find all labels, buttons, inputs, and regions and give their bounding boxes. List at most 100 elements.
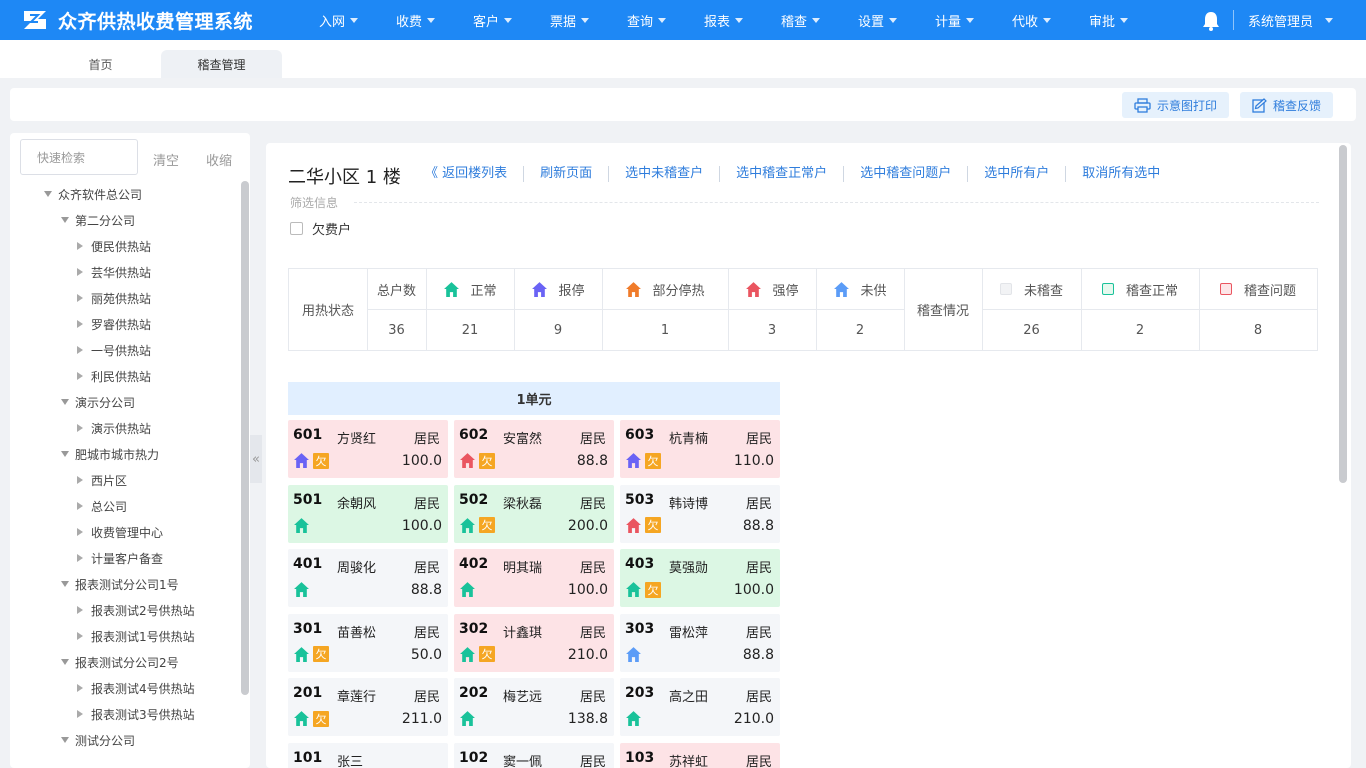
tab-home[interactable]: 首页 — [40, 50, 161, 78]
sidebar-scrollbar[interactable] — [241, 181, 249, 695]
clear-button[interactable]: 清空 — [153, 150, 179, 169]
tree-node[interactable]: 便民供热站 — [10, 233, 240, 259]
main-scrollbar[interactable] — [1339, 145, 1347, 483]
room-cell[interactable]: 403 莫强勋 居民欠 100.0 — [620, 549, 780, 607]
tree-node[interactable]: 报表测试1号供热站 — [10, 623, 240, 649]
collapsed-arrow-icon[interactable] — [77, 346, 83, 354]
tree-node[interactable]: 报表测试分公司1号 — [10, 571, 240, 597]
print-diagram-button[interactable]: 示意图打印 — [1122, 92, 1230, 118]
collapsed-arrow-icon[interactable] — [77, 502, 83, 510]
action-link-6[interactable]: 取消所有选中 — [1065, 166, 1176, 182]
bell-icon[interactable] — [1201, 10, 1221, 32]
tree-node[interactable]: 收费管理中心 — [10, 519, 240, 545]
nav-item-2[interactable]: 客户 — [454, 0, 531, 40]
nav-item-3[interactable]: 票据 — [531, 0, 608, 40]
room-cell[interactable]: 502 梁秋磊 居民欠 200.0 — [454, 484, 614, 543]
collapsed-arrow-icon[interactable] — [77, 268, 83, 276]
collapsed-arrow-icon[interactable] — [77, 632, 83, 640]
tree-node[interactable]: 报表测试4号供热站 — [10, 675, 240, 701]
inspection-feedback-button[interactable]: 稽查反馈 — [1240, 92, 1334, 118]
nav-item-9[interactable]: 代收 — [993, 0, 1070, 40]
tree-node[interactable]: 芸华供热站 — [10, 259, 240, 285]
action-link-5[interactable]: 选中所有户 — [967, 166, 1065, 182]
tree-node[interactable]: 众齐软件总公司 — [10, 181, 240, 207]
tree-node[interactable]: 西片区 — [10, 467, 240, 493]
arrears-checkbox[interactable] — [290, 222, 303, 235]
room-cell[interactable]: 103 苏祥虹 居民 — [620, 742, 780, 768]
action-link-4[interactable]: 选中稽查问题户 — [843, 166, 967, 182]
room-cell[interactable]: 503 韩诗博 居民欠 88.8 — [620, 484, 780, 543]
room-number: 503 — [625, 491, 655, 508]
tree-node[interactable]: 罗睿供热站 — [10, 311, 240, 337]
room-cell[interactable]: 203 高之田 居民 210.0 — [620, 678, 780, 736]
expand-arrow-icon[interactable] — [61, 217, 69, 223]
collapsed-arrow-icon[interactable] — [77, 606, 83, 614]
nav-item-6[interactable]: 稽查 — [762, 0, 839, 40]
tree-node[interactable]: 报表测试分公司2号 — [10, 649, 240, 675]
room-cell[interactable]: 301 苗善松 居民欠 50.0 — [288, 613, 448, 672]
room-cell[interactable]: 602 安富然 居民欠 88.8 — [454, 420, 614, 478]
action-link-3[interactable]: 选中稽查正常户 — [719, 166, 843, 182]
tree-node[interactable]: 计量客户备查 — [10, 545, 240, 571]
status-label: 部分停热 — [652, 283, 705, 299]
nav-item-0[interactable]: 入网 — [300, 0, 377, 40]
action-link-1[interactable]: 刷新页面 — [523, 166, 608, 182]
collapsed-arrow-icon[interactable] — [77, 710, 83, 718]
collapsed-arrow-icon[interactable] — [77, 424, 83, 432]
collapsed-arrow-icon[interactable] — [77, 242, 83, 250]
nav-item-5[interactable]: 报表 — [685, 0, 762, 40]
room-cell[interactable]: 402 明其瑞 居民 100.0 — [454, 549, 614, 607]
tree-node[interactable]: 肥城市城市热力 — [10, 441, 240, 467]
expand-arrow-icon[interactable] — [61, 451, 69, 457]
tree-node[interactable]: 测试分公司 — [10, 727, 240, 753]
room-cell[interactable]: 101 张三 — [288, 742, 448, 768]
room-status-icons: 欠 — [459, 517, 495, 534]
tree-node[interactable]: 第二分公司 — [10, 207, 240, 233]
expand-arrow-icon[interactable] — [61, 581, 69, 587]
room-cell[interactable]: 202 梅艺远 居民 138.8 — [454, 678, 614, 736]
arrears-filter[interactable]: 欠费户 — [290, 219, 351, 238]
room-cell[interactable]: 303 雷松萍 居民 88.8 — [620, 613, 780, 672]
action-link-2[interactable]: 选中未稽查户 — [608, 166, 719, 182]
room-cell[interactable]: 603 杭青楠 居民欠 110.0 — [620, 420, 780, 478]
collapse-button[interactable]: 收缩 — [206, 150, 232, 169]
nav-item-7[interactable]: 设置 — [839, 0, 916, 40]
tree-node[interactable]: 演示分公司 — [10, 389, 240, 415]
collapsed-arrow-icon[interactable] — [77, 294, 83, 302]
room-cell[interactable]: 102 窦一佩 居民 — [454, 742, 614, 768]
collapse-left-icon[interactable]: « — [250, 435, 262, 483]
tree-node[interactable]: 报表测试3号供热站 — [10, 701, 240, 727]
room-cell[interactable]: 401 周骏化 居民 88.8 — [288, 549, 448, 607]
building-actions: 《 返回楼列表 刷新页面 选中未稽查户 选中稽查正常户 选中稽查问题户 选中所有户 取消所有… — [421, 166, 1176, 182]
collapsed-arrow-icon[interactable] — [77, 554, 83, 562]
room-cell[interactable]: 302 计鑫琪 居民欠 210.0 — [454, 613, 614, 672]
action-link-0[interactable]: 《 返回楼列表 — [421, 166, 523, 182]
collapsed-arrow-icon[interactable] — [77, 528, 83, 536]
nav-item-10[interactable]: 审批 — [1070, 0, 1147, 40]
tree-node[interactable]: 一号供热站 — [10, 337, 240, 363]
collapsed-arrow-icon[interactable] — [77, 476, 83, 484]
room-cell[interactable]: 601 方贤红 居民欠 100.0 — [288, 420, 448, 478]
tree-node[interactable]: 利民供热站 — [10, 363, 240, 389]
expand-arrow-icon[interactable] — [44, 191, 52, 197]
expand-arrow-icon[interactable] — [61, 659, 69, 665]
house-icon — [294, 711, 309, 726]
nav-item-1[interactable]: 收费 — [377, 0, 454, 40]
nav-item-4[interactable]: 查询 — [608, 0, 685, 40]
tree-node[interactable]: 演示供热站 — [10, 415, 240, 441]
tree-node[interactable]: 报表测试2号供热站 — [10, 597, 240, 623]
expand-arrow-icon[interactable] — [61, 399, 69, 405]
room-cell[interactable]: 201 章莲行 居民欠 211.0 — [288, 678, 448, 736]
room-cell[interactable]: 501 余朝风 居民 100.0 — [288, 484, 448, 543]
collapsed-arrow-icon[interactable] — [77, 684, 83, 692]
tree-node[interactable]: 丽苑供热站 — [10, 285, 240, 311]
user-menu[interactable]: 系统管理员 — [1248, 0, 1334, 40]
tree-search-input[interactable]: 快速检索 — [20, 139, 138, 175]
nav-item-8[interactable]: 计量 — [916, 0, 993, 40]
app-logo[interactable]: 众齐供热收费管理系统 — [0, 7, 300, 34]
tree-node[interactable]: 总公司 — [10, 493, 240, 519]
expand-arrow-icon[interactable] — [61, 737, 69, 743]
collapsed-arrow-icon[interactable] — [77, 320, 83, 328]
tab-inspection[interactable]: 稽查管理 — [161, 50, 282, 78]
collapsed-arrow-icon[interactable] — [77, 372, 83, 380]
